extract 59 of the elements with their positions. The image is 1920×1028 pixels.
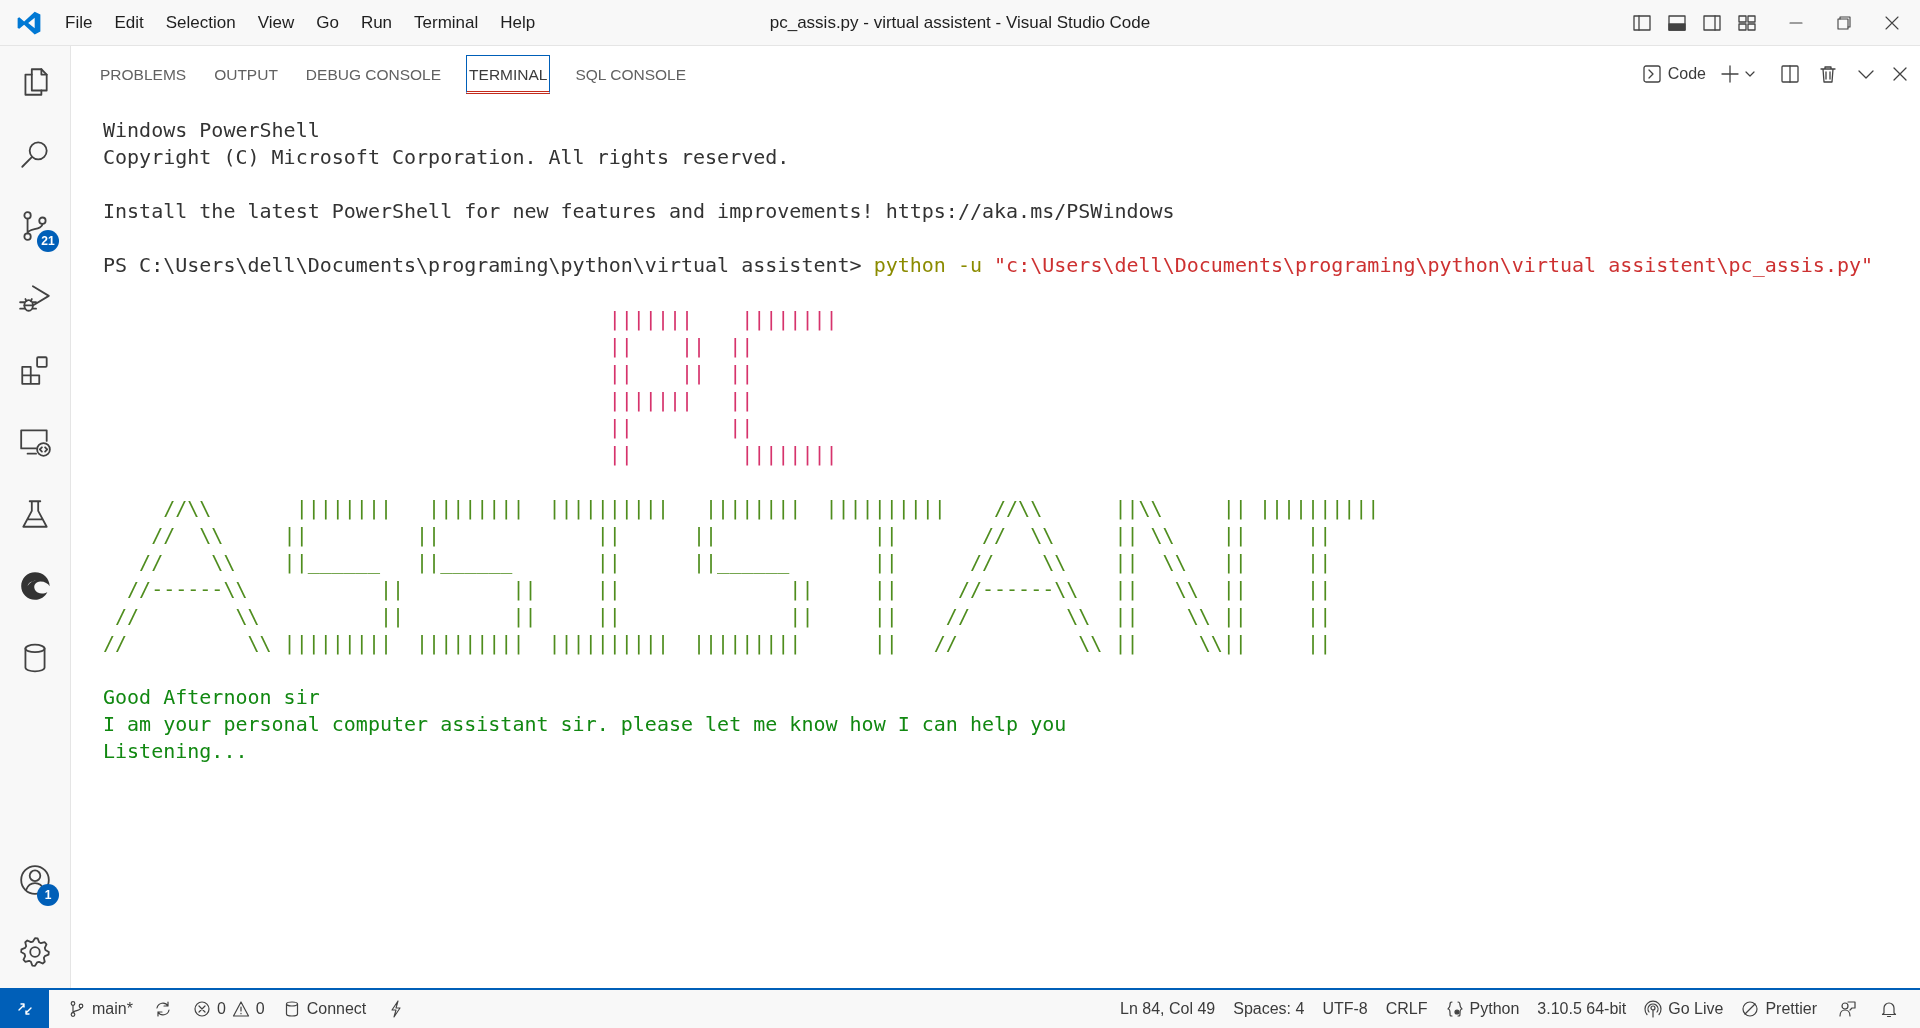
person-circle-icon[interactable] — [18, 863, 52, 897]
settings-icon[interactable] — [18, 935, 52, 969]
language-item[interactable]: Python — [1436, 1000, 1529, 1018]
window-title: pc_assis.py - virtual assistent - Visual Studio Code — [769, 12, 1151, 33]
command-line: PS C:\Users\dell\Documents\programing\python\virtual assistent> python -u "c:\Users\dell\Documents\programing\python\virtual assistent\pc_assis.py" — [103, 252, 1875, 279]
panel-tab[interactable]: PROBLEMS — [97, 54, 190, 94]
menu-item[interactable]: Terminal — [403, 8, 490, 37]
terminal-line: Copyright (C) Microsoft Corporation. All rights reserved. — [103, 144, 791, 171]
broadcast-icon — [1644, 1000, 1663, 1018]
indentation-item[interactable]: Spaces: 4 — [1224, 1000, 1314, 1018]
terminal-picker[interactable]: Code — [1641, 64, 1706, 84]
terminal-line: Install the latest PowerShell for new features and improvements! https://aka.ms/PSWindows — [103, 198, 1176, 225]
live-server-item[interactable]: Go Live — [1635, 1000, 1733, 1018]
interpreter-item[interactable]: 3.10.5 64-bit — [1528, 1000, 1636, 1018]
warning-count: 0 — [255, 1000, 265, 1018]
plus-icon[interactable] — [1720, 64, 1740, 84]
menu-item[interactable]: Help — [489, 8, 547, 37]
pc-ascii-art: ||||||| |||||||| || || || || || || ||||||| || || || || |||||||| — [607, 306, 839, 468]
app-logo-icon — [16, 9, 42, 36]
menu-item[interactable]: Run — [349, 8, 404, 37]
problems-item[interactable]: 0 0 — [183, 1000, 274, 1018]
count-badge: 1 — [37, 884, 59, 906]
menu-item[interactable]: Edit — [103, 8, 155, 37]
menu-item[interactable]: Selection — [154, 8, 247, 37]
remote-icon — [16, 1001, 33, 1017]
cursor-position[interactable]: Ln 84, Col 49 — [1111, 1000, 1225, 1018]
panel-tab[interactable]: DEBUG CONSOLE — [302, 54, 445, 94]
split-icon[interactable] — [1780, 64, 1800, 84]
assistant-ascii-art: //\\ |||||||| |||||||| |||||||||| |||||||| |||||||||| //\\ ||\\ || |||||||||| // \\ || || || || || // \\ || \\ || || // \\ ||______ ||______ || ||______ || // \\ || \\ || || //------\\ || || || || || //------\\ || \\ || || // \\ || || || || || // \\ || \\ || || // \\ ||||||||| ||||||||| |||||||||| ||||||||| || // \\ || \\|| || — [103, 495, 1381, 657]
branch-item[interactable]: main* — [59, 1000, 142, 1018]
remote-button[interactable] — [0, 990, 49, 1028]
formatter-item[interactable]: Prettier — [1732, 1000, 1826, 1018]
terminal-icon — [1641, 64, 1662, 84]
braces-icon — [1445, 1000, 1464, 1018]
error-count: 0 — [216, 1000, 226, 1018]
terminal-line: Windows PowerShell — [103, 117, 321, 144]
warning-icon — [231, 1000, 250, 1018]
connect-item[interactable]: Connect — [273, 1000, 376, 1018]
panel-tab[interactable]: SQL CONSOLE — [572, 54, 689, 94]
sidebar-layout-icon[interactable] — [1632, 12, 1652, 33]
menu-item[interactable]: View — [246, 8, 306, 37]
swirl-icon[interactable] — [18, 569, 52, 603]
grid-layout-icon[interactable] — [1737, 12, 1757, 33]
count-badge: 21 — [37, 230, 59, 252]
output-line: Good Afternoon sir — [103, 684, 321, 711]
panel-tab[interactable]: OUTPUT — [211, 54, 281, 94]
menu-item[interactable]: Go — [305, 8, 350, 37]
output-line: I am your personal computer assistant sir. please let me know how I can help you — [103, 711, 1068, 738]
encoding-item[interactable]: UTF-8 — [1313, 1000, 1377, 1018]
trash-icon[interactable] — [1818, 64, 1838, 84]
output-line: Listening... — [103, 738, 249, 765]
branch-icon — [68, 1000, 86, 1018]
line-ending-item[interactable]: CRLF — [1376, 1000, 1437, 1018]
blocked-icon — [1741, 1000, 1760, 1018]
sidebar-layout-icon[interactable] — [1702, 12, 1722, 33]
error-icon — [192, 1000, 211, 1018]
menu-item[interactable]: File — [54, 8, 104, 37]
panel-layout-icon[interactable] — [1667, 12, 1687, 33]
panel-tab[interactable]: TERMINAL — [466, 54, 551, 94]
